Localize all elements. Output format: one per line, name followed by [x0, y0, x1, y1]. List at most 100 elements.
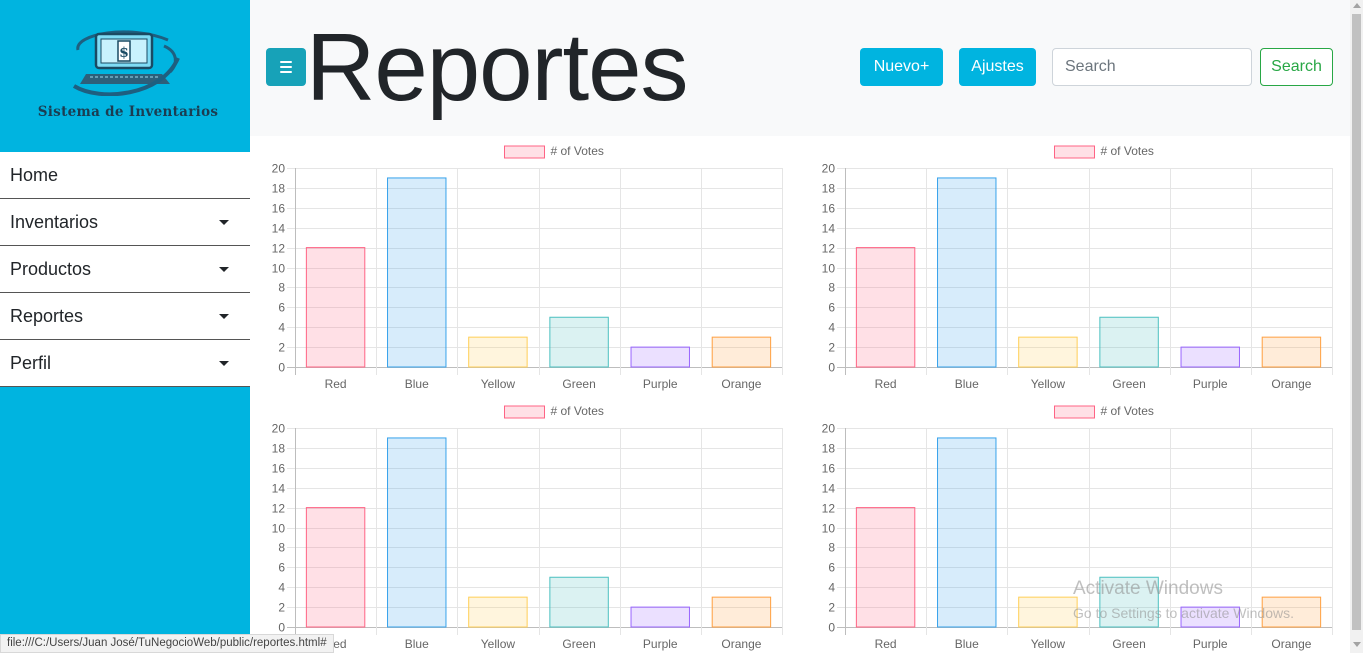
y-tick-label: 10 [822, 522, 836, 536]
y-tick-label: 12 [272, 242, 286, 256]
sidebar-item-home[interactable]: Home [0, 152, 250, 199]
scroll-down-icon[interactable] [1352, 642, 1361, 647]
y-tick-label: 6 [278, 301, 285, 315]
bar [305, 247, 366, 368]
y-tick-label: 20 [822, 162, 836, 176]
computer-dollar-logo: $ [72, 30, 180, 96]
y-tick-label: 12 [822, 502, 836, 516]
x-tick-label: Green [562, 377, 595, 391]
search-input[interactable] [1052, 48, 1252, 86]
x-tick-label: Purple [643, 637, 678, 651]
x-tick-label: Green [1112, 377, 1145, 391]
x-tick-label: Orange [1271, 377, 1311, 391]
caret-down-icon [219, 314, 229, 319]
bar [630, 346, 690, 368]
x-tick-label: Orange [1271, 637, 1311, 651]
bar [1261, 336, 1322, 368]
x-tick-label: Orange [721, 377, 761, 391]
y-tick-label: 0 [278, 361, 285, 375]
y-tick-label: 16 [272, 202, 286, 216]
menu-icon [280, 61, 292, 63]
y-tick-label: 20 [272, 162, 286, 176]
x-tick-label: Green [1112, 637, 1145, 651]
y-tick-label: 6 [828, 561, 835, 575]
x-tick-label: Purple [1193, 637, 1228, 651]
sidebar-item-inventarios[interactable]: Inventarios [0, 199, 250, 246]
x-tick-label: Blue [955, 377, 979, 391]
y-tick-label: 20 [272, 422, 286, 436]
y-tick-label: 0 [828, 361, 835, 375]
y-tick-label: 8 [828, 281, 835, 295]
bar [711, 596, 772, 628]
activate-windows-watermark: Activate Windows Go to Settings to activ… [1073, 578, 1294, 621]
search-button[interactable]: Search [1260, 48, 1333, 86]
x-tick-label: Red [325, 377, 347, 391]
bar-chart: 0 2 4 6 8 10 12 14 16 18 20 Red Blue Yellow Green Purpl… [272, 144, 783, 391]
x-tick-label: Green [562, 637, 595, 651]
y-tick-label: 12 [822, 242, 836, 256]
bar [468, 336, 528, 368]
legend-swatch [504, 405, 545, 419]
sidebar-item-perfil[interactable]: Perfil [0, 340, 250, 387]
bar [387, 177, 447, 368]
y-tick-label: 6 [278, 561, 285, 575]
y-tick-label: 8 [278, 281, 285, 295]
status-bar-url: file:///C:/Users/Juan José/TuNegocioWeb/… [0, 634, 334, 653]
bar [937, 177, 997, 368]
scroll-up-icon[interactable] [1352, 3, 1361, 8]
y-tick-label: 10 [822, 262, 836, 276]
watermark-title: Activate Windows [1073, 578, 1223, 599]
new-button[interactable]: Nuevo+ [860, 48, 943, 86]
menu-icon [280, 71, 292, 73]
sidebar: $ Sistema de Inventarios Home Inventario… [0, 0, 250, 653]
sidebar-item-label: Reportes [10, 306, 84, 326]
page-title: Reportes [306, 14, 689, 121]
y-tick-label: 16 [822, 202, 836, 216]
y-tick-label: 8 [828, 541, 835, 555]
legend-label: # of Votes [551, 144, 604, 158]
y-tick-label: 14 [822, 482, 836, 496]
y-tick-label: 2 [278, 341, 285, 355]
y-tick-label: 4 [828, 581, 835, 595]
y-tick-label: 20 [822, 422, 836, 436]
bar [1018, 336, 1078, 368]
y-tick-label: 18 [272, 442, 286, 456]
y-tick-label: 12 [272, 502, 286, 516]
vertical-scrollbar[interactable] [1350, 0, 1363, 653]
y-tick-label: 10 [272, 262, 286, 276]
legend-swatch [504, 145, 545, 159]
watermark-subtitle: Go to Settings to activate Windows. [1073, 605, 1294, 621]
svg-text:$: $ [119, 45, 129, 61]
brand-name: Sistema de Inventarios [37, 104, 219, 120]
legend-label: # of Votes [1101, 144, 1154, 158]
y-tick-label: 4 [278, 321, 285, 335]
bar [549, 576, 609, 628]
y-tick-label: 18 [822, 182, 836, 196]
bar [1180, 346, 1240, 368]
x-tick-label: Yellow [1031, 377, 1066, 391]
x-tick-label: Purple [1193, 377, 1228, 391]
caret-down-icon [219, 361, 229, 366]
x-tick-label: Red [875, 637, 897, 651]
y-tick-label: 0 [828, 621, 835, 635]
x-tick-label: Yellow [1031, 637, 1066, 651]
x-tick-label: Red [875, 377, 897, 391]
settings-button[interactable]: Ajustes [959, 48, 1036, 86]
legend-swatch [1054, 145, 1095, 159]
caret-down-icon [219, 267, 229, 272]
bar-chart: 0 2 4 6 8 10 12 14 16 18 20 Red Blue Yellow Green Purpl… [822, 144, 1333, 391]
bar [549, 316, 609, 368]
bar [1099, 316, 1159, 368]
sidebar-item-label: Home [10, 165, 59, 185]
sidebar-toggle-button[interactable] [266, 48, 306, 86]
x-tick-label: Blue [405, 637, 429, 651]
sidebar-item-reportes[interactable]: Reportes [0, 293, 250, 340]
sidebar-item-label: Productos [10, 259, 92, 279]
scrollbar-thumb[interactable] [1352, 14, 1361, 630]
sidebar-item-productos[interactable]: Productos [0, 246, 250, 293]
bar [387, 437, 447, 628]
bar [855, 507, 916, 628]
header: Reportes Nuevo+ Ajustes Search [250, 0, 1350, 136]
y-tick-label: 14 [272, 482, 286, 496]
brand[interactable]: $ Sistema de Inventarios [0, 0, 250, 152]
